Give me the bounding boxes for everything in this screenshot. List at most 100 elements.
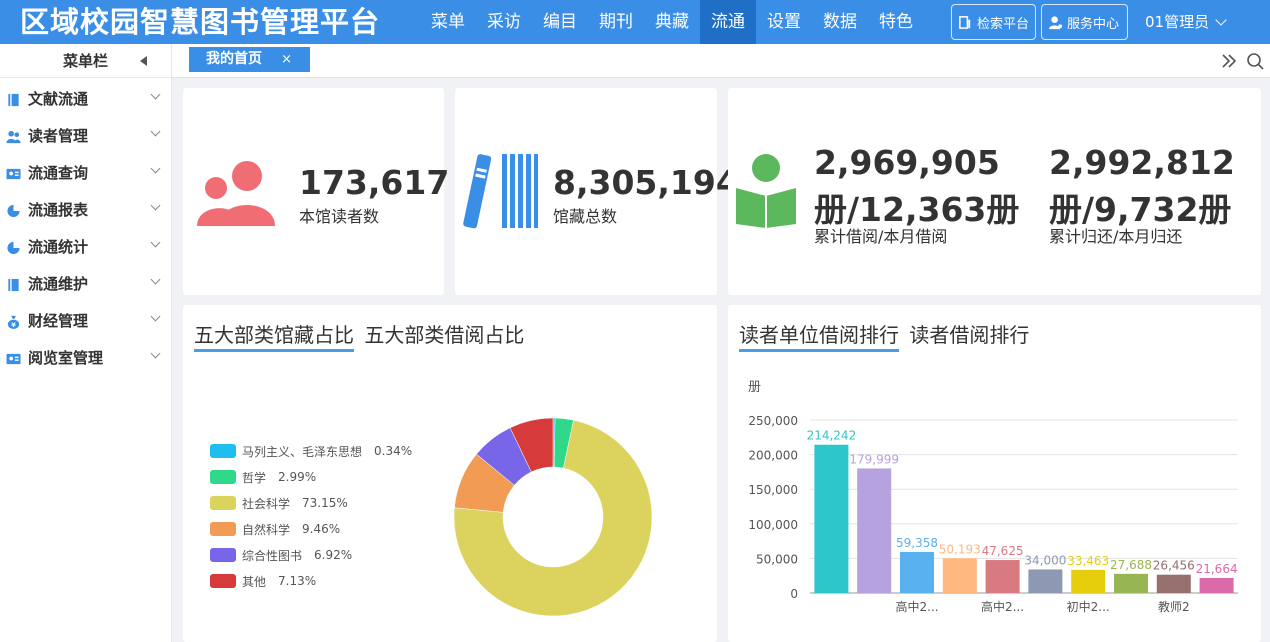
double-chevron-right-icon[interactable] <box>1220 52 1238 70</box>
search-icon[interactable] <box>1246 52 1264 70</box>
tab-home[interactable]: 我的首页 × <box>189 47 310 72</box>
user-menu[interactable]: 01管理员 <box>1145 0 1227 44</box>
pie-legend-item[interactable]: 其他 7.13% <box>210 573 316 589</box>
tab-reader-ranking[interactable]: 读者借阅排行 <box>909 323 1029 347</box>
nav-item-5[interactable]: 流通 <box>700 0 756 44</box>
bar[interactable] <box>1028 569 1063 593</box>
sidebar-item-7[interactable]: 阅览室管理 <box>0 340 171 377</box>
tab-bar: 我的首页 × <box>172 44 1270 78</box>
readers-label: 本馆读者数 <box>299 207 380 226</box>
tab-borrow-ratio[interactable]: 五大部类借阅占比 <box>364 323 524 347</box>
nav-item-6[interactable]: 设置 <box>756 0 812 44</box>
category-donut-chart <box>453 417 653 617</box>
close-tab-icon[interactable]: × <box>281 47 292 72</box>
ranking-tabs: 读者单位借阅排行 读者借阅排行 <box>739 319 1029 352</box>
legend-swatch <box>210 574 236 588</box>
pie-legend-item[interactable]: 社会科学 73.15% <box>210 495 348 511</box>
unit-ranking-panel: 读者单位借阅排行 读者借阅排行 册 0 50,000 100,000 150,000 20… <box>728 305 1261 642</box>
sidebar-item-label: 阅览室管理 <box>28 349 104 367</box>
collapse-sidebar-icon[interactable] <box>140 56 147 66</box>
readers-count: 173,617 <box>299 163 450 202</box>
legend-swatch <box>210 496 236 510</box>
bar[interactable] <box>1114 573 1148 593</box>
sidebar-item-label: 流通统计 <box>28 238 89 256</box>
bar[interactable] <box>985 560 1020 593</box>
nav-item-2[interactable]: 编目 <box>532 0 588 44</box>
bar-value-label: 47,625 <box>982 544 1024 558</box>
tab-unit-ranking[interactable]: 读者单位借阅排行 <box>739 323 899 352</box>
legend-value: 6.92% <box>314 548 353 562</box>
legend-value: 9.46% <box>302 522 341 536</box>
sidebar-item-label: 读者管理 <box>28 127 89 145</box>
user-name: 01管理员 <box>1145 13 1210 31</box>
sidebar-item-label: 文献流通 <box>28 90 89 108</box>
sidebar-menu: 文献流通读者管理流通查询流通报表流通统计流通维护 ¥ 财经管理阅览室管理 <box>0 78 171 377</box>
total-borrow-count: 2,969,905 <box>814 143 1000 182</box>
y-tick-label: 100,000 <box>748 518 798 532</box>
tab-collection-ratio[interactable]: 五大部类馆藏占比 <box>194 323 354 352</box>
search-platform-button[interactable]: 检索平台 <box>951 4 1036 40</box>
pie-legend-item[interactable]: 自然科学 9.46% <box>210 521 340 537</box>
unit-borrow-bar-chart: 册 0 50,000 100,000 150,000 200,000 250,000 214,… <box>748 380 1238 614</box>
service-center-label: 服务中心 <box>1067 16 1120 32</box>
category-ratio-tabs: 五大部类馆藏占比 五大部类借阅占比 <box>194 319 524 352</box>
bar[interactable] <box>1071 569 1106 593</box>
sidebar-item-label: 流通查询 <box>28 164 89 182</box>
main-nav: 菜单 采访 编目 期刊 典藏 流通 设置 数据 特色 <box>420 0 924 44</box>
sidebar-item-label: 流通报表 <box>28 201 89 219</box>
y-tick-label: 50,000 <box>756 552 798 566</box>
nav-item-8[interactable]: 特色 <box>868 0 924 44</box>
sidebar-item-5[interactable]: 流通维护 <box>0 266 171 303</box>
pie-legend-item[interactable]: 哲学 2.99% <box>210 469 316 485</box>
x-tick-label: 高中2... <box>981 599 1024 614</box>
service-center-button[interactable]: 服务中心 <box>1041 4 1128 40</box>
reader-with-book-icon <box>736 154 796 228</box>
bar-value-label: 27,688 <box>1110 558 1152 572</box>
sidebar-item-1[interactable]: 读者管理 <box>0 118 171 155</box>
bar[interactable] <box>1156 574 1191 593</box>
bar[interactable] <box>857 468 892 593</box>
y-axis-unit: 册 <box>748 380 761 395</box>
chevron-down-icon <box>150 274 161 285</box>
collection-count: 8,305,194 <box>553 163 739 202</box>
legend-label: 马列主义、毛泽东思想 <box>242 444 363 459</box>
money-bag-icon: ¥ <box>7 315 20 329</box>
pie-icon <box>7 204 20 218</box>
bar[interactable] <box>814 444 849 593</box>
nav-item-4[interactable]: 典藏 <box>644 0 700 44</box>
collection-stat-card: 8,305,194 馆藏总数 <box>455 88 739 295</box>
nav-item-1[interactable]: 采访 <box>476 0 532 44</box>
users-icon <box>6 130 21 144</box>
chevron-down-icon <box>150 126 161 137</box>
user-service-icon <box>1048 15 1063 29</box>
nav-item-7[interactable]: 数据 <box>812 0 868 44</box>
pie-legend-item[interactable]: 马列主义、毛泽东思想 0.34% <box>210 443 412 459</box>
search-platform-icon <box>959 15 971 29</box>
chevron-down-icon <box>1215 14 1227 26</box>
y-tick-label: 250,000 <box>748 414 798 428</box>
tab-home-label: 我的首页 <box>206 51 262 67</box>
legend-value: 7.13% <box>278 574 317 588</box>
sidebar-item-4[interactable]: 流通统计 <box>0 229 171 266</box>
sidebar-item-2[interactable]: 流通查询 <box>0 155 171 192</box>
legend-value: 73.15% <box>302 496 348 510</box>
nav-item-0[interactable]: 菜单 <box>420 0 476 44</box>
sidebar-item-3[interactable]: 流通报表 <box>0 192 171 229</box>
circulation-stat-card: 2,969,905 册/12,363册 累计借阅/本月借阅 2,992,812 … <box>728 88 1261 295</box>
sidebar-item-6[interactable]: ¥ 财经管理 <box>0 303 171 340</box>
readers-icon <box>197 161 275 226</box>
legend-label: 哲学 <box>242 470 267 485</box>
bar[interactable] <box>900 551 934 593</box>
y-tick-label: 200,000 <box>748 449 798 463</box>
legend-label: 其他 <box>242 574 267 589</box>
x-tick-label: 高中2... <box>895 599 938 614</box>
legend-value: 2.99% <box>278 470 317 484</box>
nav-item-3[interactable]: 期刊 <box>588 0 644 44</box>
readers-stat-card: 173,617 本馆读者数 <box>183 88 449 295</box>
sidebar-item-0[interactable]: 文献流通 <box>0 81 171 118</box>
bar-value-label: 214,242 <box>807 429 857 443</box>
pie-legend-item[interactable]: 综合性图书 6.92% <box>210 547 352 563</box>
bar[interactable] <box>942 558 977 593</box>
bar[interactable] <box>1199 578 1234 593</box>
chevron-down-icon <box>150 200 161 211</box>
